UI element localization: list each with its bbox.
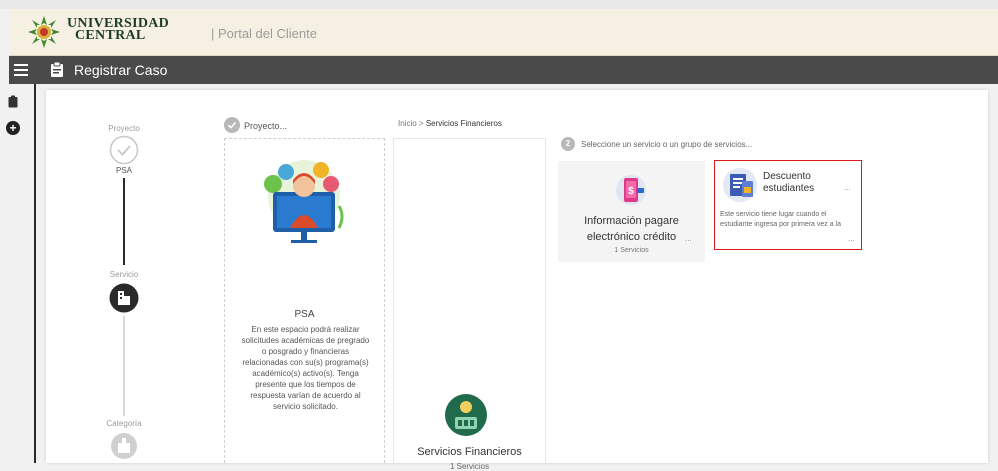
project-card-title: PSA	[294, 309, 315, 320]
add-case-icon[interactable]: +	[6, 121, 20, 135]
financial-services-card[interactable]: Servicios Financieros 1 Servicios	[393, 138, 546, 471]
service-card-descuento[interactable]: Descuento estudiantes ... Este servicio …	[714, 160, 862, 250]
services-hint: Seleccione un servicio o un grupo de ser…	[581, 140, 753, 149]
step-label-servicio: Servicio	[109, 270, 139, 279]
step-number-badge: 2	[561, 137, 575, 151]
service-pagare-title-line1: Información pagare	[584, 215, 679, 227]
command-bar: Registrar Caso	[9, 56, 998, 84]
step-service-icon	[109, 283, 139, 313]
breadcrumb-current: Servicios Financieros	[425, 119, 502, 128]
clipboard-icon[interactable]	[8, 95, 18, 108]
stepper-connector-inactive	[123, 316, 125, 416]
service-descuento-title-line1: Descuento	[763, 171, 811, 182]
university-name: UNIVERSIDAD CENTRAL	[67, 17, 169, 43]
university-name-line2: CENTRAL	[75, 28, 146, 43]
financial-services-icon	[445, 394, 487, 436]
service-descuento-more-bottom: ...	[848, 234, 855, 243]
hamburger-menu-icon[interactable]	[13, 62, 29, 78]
step-label-categoria: Categoría	[106, 419, 142, 428]
breadcrumb-root[interactable]: Inicio	[398, 119, 417, 128]
university-logo	[28, 16, 60, 48]
side-rail: +	[0, 84, 36, 463]
step-label-proyecto: Proyecto	[108, 124, 140, 133]
portal-title: | Portal del Cliente	[211, 26, 317, 41]
clipboard-icon	[51, 61, 63, 77]
financial-services-count: 1 Servicios	[449, 462, 490, 471]
step-category-icon	[111, 433, 137, 459]
mobile-payment-icon: $	[616, 175, 646, 205]
page-title: Registrar Caso	[74, 62, 168, 78]
stepper-connector	[123, 178, 125, 265]
svg-text:$: $	[628, 186, 634, 197]
project-card[interactable]: PSA En este espacio podrá realizar solic…	[224, 138, 385, 463]
student-discount-icon	[723, 168, 757, 202]
brand-header: UNIVERSIDAD CENTRAL | Portal del Cliente	[9, 9, 998, 56]
step-value-proyecto: PSA	[115, 166, 132, 175]
service-descuento-description: Este servicio tiene lugar cuando el estu…	[720, 211, 842, 228]
service-pagare-count: 1 Servicios	[614, 247, 649, 254]
service-pagare-title-line2: electrónico crédito	[586, 231, 677, 243]
top-strip	[0, 0, 998, 9]
breadcrumb: Inicio > Servicios Financieros	[398, 119, 502, 128]
step-check-icon	[109, 135, 139, 165]
project-card-description: En este espacio podrá realizar solicitud…	[241, 325, 370, 411]
service-descuento-more: ...	[844, 183, 851, 192]
breadcrumb-separator: >	[418, 119, 424, 128]
online-support-illustration	[264, 160, 344, 243]
service-card-pagare[interactable]: $ Información pagare electrónico crédito…	[558, 161, 705, 262]
service-pagare-title: Información pagare electrónico crédito	[558, 213, 705, 245]
project-panel-header: Proyecto...	[244, 121, 288, 131]
check-circle-icon	[224, 117, 240, 133]
main-panel: Proyecto PSA Servicio Categoría Proyecto…	[46, 90, 988, 471]
service-pagare-more: ...	[685, 234, 692, 243]
financial-services-title: Servicios Financieros	[417, 446, 522, 458]
